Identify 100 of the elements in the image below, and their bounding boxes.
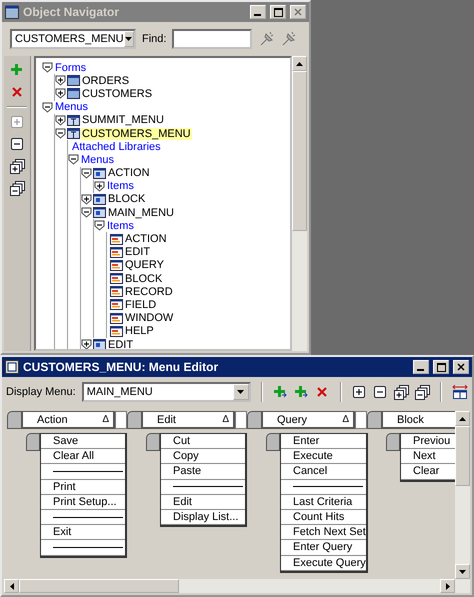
dropdown-button[interactable] — [232, 384, 249, 400]
tree-node-label[interactable]: RECORD — [124, 286, 174, 298]
collapse-button[interactable] — [9, 136, 25, 152]
collapse-marker[interactable]: Δ — [342, 414, 349, 425]
create-down-button[interactable] — [272, 384, 288, 400]
search-next-button[interactable] — [280, 31, 296, 47]
menu-tab[interactable] — [127, 411, 142, 429]
tree-node-label[interactable]: ACTION — [107, 167, 151, 180]
vertical-scrollbar[interactable] — [292, 56, 307, 351]
collapse-toggle-icon[interactable] — [42, 102, 53, 113]
collapse-toggle-icon[interactable] — [42, 62, 53, 74]
scrollbar-thumb[interactable] — [292, 71, 307, 231]
minimize-button[interactable] — [413, 360, 429, 374]
menu-item[interactable]: Exit — [41, 525, 125, 540]
expand-all-button[interactable] — [9, 158, 25, 174]
menu-header[interactable]: Edit Δ — [142, 411, 235, 429]
scroll-down-button[interactable] — [455, 564, 470, 579]
scroll-left-button[interactable] — [4, 579, 19, 593]
collapse-toggle-icon[interactable] — [81, 168, 92, 179]
collapse-marker[interactable]: Δ — [222, 414, 229, 425]
tree-node-label[interactable]: FIELD — [124, 298, 158, 311]
menu-item[interactable]: Execute — [281, 449, 366, 464]
scrollbar-thumb[interactable] — [19, 579, 179, 593]
collapse-all-button[interactable] — [9, 180, 25, 196]
menu-tab[interactable] — [146, 433, 160, 451]
expand-toggle-icon[interactable] — [94, 180, 105, 192]
find-field[interactable] — [172, 29, 252, 49]
tree-node-label[interactable]: Items — [106, 180, 135, 192]
collapse-button[interactable] — [372, 384, 388, 400]
tree-node-label[interactable]: SUMMIT_MENU — [81, 114, 165, 126]
menu-item[interactable]: Copy — [161, 449, 245, 464]
expand-toggle-icon[interactable] — [81, 194, 92, 205]
vertical-scrollbar[interactable] — [455, 411, 470, 579]
expand-toggle-icon[interactable] — [55, 114, 66, 126]
menu-item[interactable]: Print — [41, 480, 125, 495]
menu-item[interactable]: Edit — [161, 494, 245, 510]
menu-header[interactable]: Query Δ — [262, 411, 355, 429]
menu-item[interactable]: Execute Query — [281, 556, 366, 571]
menu-header[interactable]: Action Δ — [22, 411, 115, 429]
module-select[interactable]: CUSTOMERS_MENU — [10, 29, 136, 49]
minimize-button[interactable] — [250, 5, 266, 19]
menu-item[interactable]: Clear All — [41, 449, 125, 464]
menu-header[interactable]: Block — [382, 411, 455, 429]
tree-node-label[interactable]: EDIT — [107, 338, 134, 349]
tree-node-label[interactable]: ORDERS — [81, 74, 130, 87]
close-button[interactable] — [453, 360, 469, 374]
menu-item[interactable]: Save — [41, 434, 125, 450]
maximize-button[interactable] — [433, 360, 449, 374]
dropdown-button[interactable] — [124, 31, 134, 47]
expand-toggle-icon[interactable] — [55, 75, 66, 86]
tree-node-label[interactable]: Menus — [80, 154, 116, 166]
menu-item[interactable]: Display List... — [161, 510, 245, 526]
tree-node-label[interactable]: BLOCK — [124, 272, 164, 285]
menu-item[interactable]: Print Setup... — [41, 494, 125, 510]
tree-node-label[interactable]: QUERY — [124, 259, 165, 272]
menu-item[interactable]: Enter — [281, 434, 366, 450]
tree-node-label[interactable]: WINDOW — [124, 312, 174, 324]
expand-toggle-icon[interactable] — [55, 88, 66, 100]
tree-node-label[interactable]: HELP — [124, 325, 155, 338]
distribute-button[interactable] — [452, 384, 468, 400]
menu-tab[interactable] — [247, 411, 262, 429]
tree-node-label[interactable]: CUSTOMERS — [81, 88, 154, 100]
menu-tab[interactable] — [7, 411, 22, 429]
scrollbar-thumb[interactable] — [455, 426, 470, 486]
menu-item[interactable]: Enter Query — [281, 540, 366, 556]
collapse-toggle-icon[interactable] — [68, 154, 79, 166]
collapse-toggle-icon[interactable] — [81, 207, 92, 218]
tree-node-label[interactable]: Menus — [54, 101, 90, 114]
collapse-toggle-icon[interactable] — [94, 220, 105, 232]
scroll-right-button[interactable] — [440, 579, 455, 593]
menu-item[interactable]: Paste — [161, 464, 245, 480]
menu-tab[interactable] — [26, 433, 40, 451]
scroll-up-button[interactable] — [292, 56, 307, 71]
collapse-marker[interactable]: Δ — [102, 414, 109, 425]
scroll-up-button[interactable] — [455, 411, 470, 426]
collapse-toggle-icon[interactable] — [55, 128, 66, 140]
search-previous-button[interactable] — [258, 31, 274, 47]
expand-toggle-icon[interactable] — [81, 339, 92, 349]
expand-all-button[interactable] — [394, 384, 409, 400]
tree-node-label[interactable]: ACTION — [124, 233, 168, 246]
menu-tab[interactable] — [386, 433, 400, 451]
menu-item[interactable]: Count Hits — [281, 510, 366, 526]
tree-node-label[interactable]: Forms — [54, 62, 88, 74]
maximize-button[interactable] — [270, 5, 286, 19]
tree-node-label[interactable]: MAIN_MENU — [107, 206, 176, 219]
tree-node-label[interactable]: BLOCK — [107, 193, 146, 206]
menu-tab[interactable] — [266, 433, 280, 451]
menu-tab[interactable] — [367, 411, 382, 429]
horizontal-scrollbar[interactable] — [4, 579, 470, 593]
tree-node-label[interactable]: EDIT — [124, 246, 152, 258]
menu-item[interactable]: Cut — [161, 434, 245, 450]
create-right-button[interactable] — [294, 384, 309, 400]
tree-node-label[interactable]: Items — [106, 220, 135, 232]
tree-node-label[interactable]: CUSTOMERS_MENU — [81, 128, 192, 140]
expand-button[interactable] — [352, 384, 367, 400]
menu-item[interactable]: Cancel — [281, 464, 366, 480]
menu-item[interactable]: Last Criteria — [281, 494, 366, 510]
collapse-all-button[interactable] — [414, 384, 430, 400]
tree-node-label[interactable]: Attached Libraries — [71, 140, 162, 153]
display-menu-select[interactable]: MAIN_MENU — [82, 382, 251, 402]
